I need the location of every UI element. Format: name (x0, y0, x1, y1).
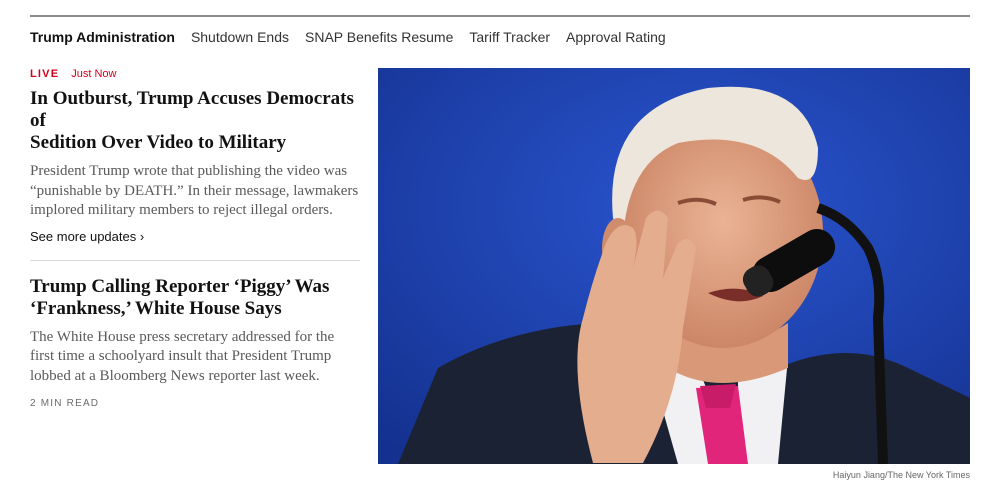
nav-item-snap-benefits[interactable]: SNAP Benefits Resume (305, 29, 453, 45)
nav-item-tariff-tracker[interactable]: Tariff Tracker (469, 29, 550, 45)
read-time: 2 MIN READ (30, 398, 100, 409)
live-row: LIVE Just Now (30, 68, 360, 80)
lead-photo[interactable] (378, 68, 970, 464)
second-story-summary[interactable]: The White House press secretary addresse… (30, 328, 360, 387)
lead-photo-illustration (378, 68, 970, 464)
live-story: LIVE Just Now In Outburst, Trump Accuses… (30, 68, 360, 244)
see-more-updates-link[interactable]: See more updates › (30, 229, 360, 244)
timestamp: Just Now (71, 68, 117, 80)
nav-section-title[interactable]: Trump Administration (30, 29, 175, 45)
headline-line-2: ‘Frankness,’ White House Says (30, 297, 282, 319)
live-story-summary[interactable]: President Trump wrote that publishing th… (30, 162, 360, 221)
second-story-headline[interactable]: Trump Calling Reporter ‘Piggy’ Was ‘Fran… (30, 276, 360, 320)
live-story-headline[interactable]: In Outburst, Trump Accuses Democrats of … (30, 88, 360, 154)
headline-line-1: In Outburst, Trump Accuses Democrats of (30, 88, 354, 131)
live-label: LIVE (30, 68, 60, 80)
story-divider (30, 259, 360, 261)
nav-item-shutdown-ends[interactable]: Shutdown Ends (191, 29, 289, 45)
second-story: Trump Calling Reporter ‘Piggy’ Was ‘Fran… (30, 276, 360, 410)
nav-item-approval-rating[interactable]: Approval Rating (566, 29, 666, 45)
headline-line-2: Sedition Over Video to Military (30, 132, 287, 153)
section-nav: Trump Administration Shutdown Ends SNAP … (30, 28, 682, 46)
headline-line-1: Trump Calling Reporter ‘Piggy’ Was (30, 275, 330, 297)
top-rule (30, 15, 970, 17)
photo-credit: Haiyun Jiang/The New York Times (832, 470, 970, 480)
story-column: LIVE Just Now In Outburst, Trump Accuses… (30, 68, 360, 409)
